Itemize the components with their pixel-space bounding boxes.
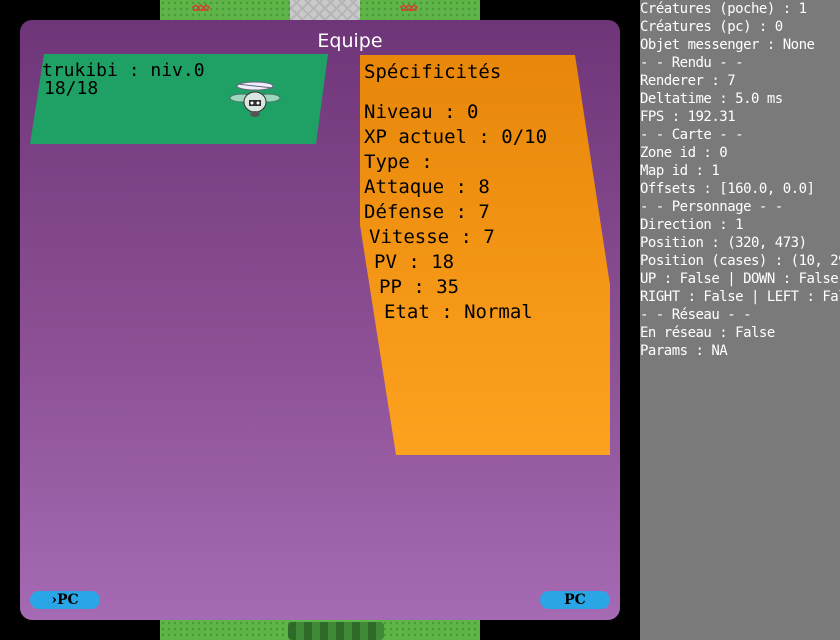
creature-hp: 18/18 [44,78,99,99]
creature-card[interactable]: trukibi : niv.0 18/18 [30,54,328,144]
debug-line: - - Carte - - [640,127,744,143]
debug-line: FPS : 192.31 [640,109,736,125]
debug-line: Offsets : [160.0, 0.0] [640,181,815,197]
spec-panel: Spécificités Niveau : 0 XP actuel : 0/10… [360,55,612,455]
debug-line: RIGHT : False | LEFT : False [640,289,840,305]
debug-line: Zone id : 0 [640,145,728,161]
debug-line: - - Personnage - - [640,199,783,215]
flowers-right: ✿✿✿ [400,0,418,14]
spec-state: Etat : Normal [384,301,533,323]
flowers-left: ✿✿✿ [192,0,210,14]
debug-line: Objet messenger : None [640,37,815,53]
bushes [288,622,384,640]
spec-speed: Vitesse : 7 [369,226,495,248]
spec-type: Type : [364,151,433,173]
debug-panel: Créatures (poche) : 1 Créatures (pc) : 0… [640,0,840,640]
debug-line: Position (cases) : (10, 29) [640,253,840,269]
debug-line: - - Rendu - - [640,55,744,71]
team-panel: Equipe trukibi : niv.0 18/18 Spécificité… [20,20,620,620]
debug-line: Direction : 1 [640,217,744,233]
debug-line: UP : False | DOWN : False [640,271,839,287]
spec-title: Spécificités [364,61,502,83]
debug-line: Renderer : 7 [640,73,736,89]
stone-path [290,0,360,20]
debug-line: - - Réseau - - [640,307,752,323]
creature-sprite-icon [229,81,281,117]
debug-line: En réseau : False [640,325,775,341]
debug-line: Créatures (poche) : 1 [640,1,807,17]
debug-line: Position : (320, 473) [640,235,807,251]
debug-line: Map id : 1 [640,163,720,179]
spec-attack: Attaque : 8 [364,176,490,198]
pc-button[interactable]: PC [540,591,610,609]
spec-pp: PP : 35 [379,276,460,298]
to-pc-button[interactable]: ›PC [30,591,100,609]
spec-defense: Défense : 7 [364,201,490,223]
spec-xp: XP actuel : 0/10 [364,126,548,148]
debug-line: Params : NA [640,343,728,359]
spec-hp: PV : 18 [374,251,455,273]
debug-line: Deltatime : 5.0 ms [640,91,783,107]
panel-title: Equipe [317,30,383,52]
spec-level: Niveau : 0 [364,101,479,123]
debug-line: Créatures (pc) : 0 [640,19,783,35]
